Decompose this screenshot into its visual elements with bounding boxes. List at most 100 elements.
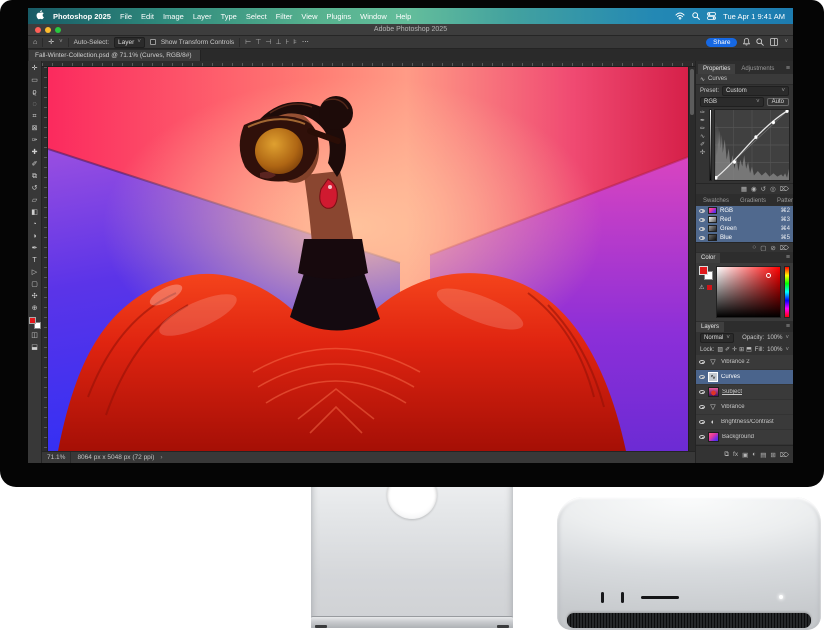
tab-swatches[interactable]: Swatches	[698, 196, 734, 206]
lasso-tool[interactable]: ϱ	[29, 87, 41, 98]
shape-tool[interactable]: ▢	[29, 279, 41, 290]
eye-icon[interactable]	[699, 405, 705, 409]
black-point-eyedropper-icon[interactable]: ✑	[700, 109, 705, 116]
distribute-horizontal-icon[interactable]: ⊦	[286, 38, 290, 46]
menu-item-window[interactable]: Window	[360, 12, 387, 21]
tab-adjustments[interactable]: Adjustments	[736, 64, 779, 74]
align-bottom-icon[interactable]: ⊥	[276, 38, 282, 46]
zoom-tool[interactable]: ⊕	[29, 303, 41, 314]
eye-icon[interactable]	[699, 227, 705, 231]
foreground-color-chip[interactable]	[699, 266, 708, 275]
chevron-down-icon[interactable]: ˅	[785, 347, 789, 353]
color-swatches[interactable]	[29, 317, 41, 329]
frame-tool[interactable]: ⊠	[29, 123, 41, 134]
eraser-tool[interactable]: ▱	[29, 195, 41, 206]
channel-row-rgb[interactable]: RGB ⌘2	[696, 206, 793, 215]
channel-row-green[interactable]: Green ⌘4	[696, 224, 793, 233]
link-layers-icon[interactable]: ⧉	[724, 451, 729, 459]
tab-patterns[interactable]: Patterns	[772, 196, 793, 206]
healing-brush-tool[interactable]: ✚	[29, 147, 41, 158]
lock-all-icon[interactable]: ⬒	[746, 346, 752, 353]
panel-menu-icon[interactable]: ≡	[786, 254, 793, 263]
opacity-value[interactable]: 100%	[767, 335, 782, 341]
menu-item-help[interactable]: Help	[396, 12, 411, 21]
marquee-tool[interactable]: ▭	[29, 75, 41, 86]
eye-icon[interactable]	[699, 390, 705, 394]
add-mask-icon[interactable]: ▣	[742, 451, 748, 459]
blur-tool[interactable]: ◔	[29, 219, 41, 230]
brush-tool[interactable]: ✐	[29, 159, 41, 170]
fill-value[interactable]: 100%	[767, 347, 782, 353]
color-picker-ring[interactable]	[766, 273, 771, 278]
previous-state-icon[interactable]: ◉	[751, 185, 757, 193]
blend-mode-dropdown[interactable]: Normal ˅	[700, 333, 734, 343]
curve-point-icon[interactable]: ∿	[700, 133, 705, 140]
eye-icon[interactable]	[699, 420, 705, 424]
document-tab[interactable]: Fall-Winter-Collection.psd @ 71.1% (Curv…	[29, 50, 201, 61]
layer-row-vibrance-2[interactable]: ▽ Vibrance 2	[696, 355, 793, 370]
align-right-icon[interactable]: ⊣	[265, 38, 271, 46]
menu-item-select[interactable]: Select	[246, 12, 267, 21]
channel-dropdown[interactable]: RGB ˅	[700, 97, 764, 107]
wifi-icon[interactable]	[675, 12, 685, 20]
layer-row-vibrance[interactable]: ▽ Vibrance	[696, 400, 793, 415]
home-icon[interactable]: ⌂	[33, 39, 37, 46]
apple-menu-icon[interactable]	[36, 10, 44, 22]
move-tool-icon[interactable]: ✛	[48, 39, 54, 46]
tab-color[interactable]: Color	[696, 253, 720, 263]
menu-item-image[interactable]: Image	[163, 12, 184, 21]
load-selection-icon[interactable]: ○	[752, 244, 756, 251]
saturation-brightness-picker[interactable]	[716, 266, 781, 318]
eye-icon[interactable]	[699, 360, 705, 364]
spotlight-search-icon[interactable]	[692, 12, 700, 20]
new-group-icon[interactable]: ▤	[760, 451, 766, 459]
gray-point-eyedropper-icon[interactable]: ✒	[700, 117, 705, 124]
curve-grid[interactable]	[714, 109, 790, 181]
pencil-icon[interactable]: ✐	[700, 141, 705, 148]
search-icon[interactable]	[756, 38, 764, 46]
channel-row-red[interactable]: Red ⌘3	[696, 215, 793, 224]
layer-effects-icon[interactable]: fx	[733, 451, 738, 458]
layer-row-curves[interactable]: ∿ Curves	[696, 370, 793, 385]
eye-icon[interactable]	[699, 375, 705, 379]
align-top-icon[interactable]: ⊤	[255, 38, 261, 46]
minimize-window-button[interactable]	[45, 27, 51, 33]
panel-menu-icon[interactable]: ≡	[786, 323, 793, 332]
workspace-chevron-icon[interactable]: ˅	[784, 39, 788, 45]
notifications-bell-icon[interactable]	[743, 38, 750, 46]
new-adjustment-icon[interactable]: ◐	[752, 451, 756, 458]
quick-mask-icon[interactable]: ◫	[29, 330, 41, 341]
chevron-down-icon[interactable]: ˅	[785, 335, 789, 341]
share-button[interactable]: Share	[706, 38, 737, 47]
tab-properties[interactable]: Properties	[698, 64, 735, 74]
lock-transparent-icon[interactable]: ▨	[717, 346, 723, 353]
panel-menu-icon[interactable]: ≡	[786, 65, 793, 74]
layer-row-brightness-contrast[interactable]: ◐ Brightness/Contrast	[696, 415, 793, 430]
save-selection-icon[interactable]: ▢	[760, 244, 766, 252]
show-transform-controls-checkbox[interactable]	[150, 39, 156, 45]
more-options-icon[interactable]: ⋯	[302, 39, 309, 46]
path-selection-tool[interactable]: ▷	[29, 267, 41, 278]
tab-gradients[interactable]: Gradients	[735, 196, 771, 206]
menu-app-name[interactable]: Photoshop 2025	[53, 12, 111, 21]
lock-artboard-icon[interactable]: ⊞	[739, 346, 744, 353]
clip-layer-icon[interactable]: ▦	[741, 185, 747, 193]
vertical-scrollbar[interactable]	[688, 67, 695, 451]
pen-tool[interactable]: ✒	[29, 243, 41, 254]
menu-item-type[interactable]: Type	[221, 12, 237, 21]
tab-layers[interactable]: Layers	[696, 322, 724, 332]
delete-channel-icon[interactable]: ⌦	[780, 244, 789, 252]
scrollbar-thumb[interactable]	[690, 69, 694, 115]
eyedropper-tool[interactable]: ✑	[29, 135, 41, 146]
auto-button[interactable]: Auto	[767, 98, 789, 106]
distribute-vertical-icon[interactable]: ⊧	[293, 38, 297, 46]
menu-item-filter[interactable]: Filter	[276, 12, 293, 21]
eye-icon[interactable]	[699, 435, 705, 439]
menu-item-edit[interactable]: Edit	[141, 12, 154, 21]
channel-row-blue[interactable]: Blue ⌘5	[696, 233, 793, 242]
menu-item-layer[interactable]: Layer	[193, 12, 212, 21]
align-left-icon[interactable]: ⊢	[245, 38, 251, 46]
move-tool[interactable]: ✛	[29, 63, 41, 74]
visibility-icon[interactable]: ◎	[770, 185, 776, 193]
new-channel-icon[interactable]: ⊘	[770, 244, 775, 252]
